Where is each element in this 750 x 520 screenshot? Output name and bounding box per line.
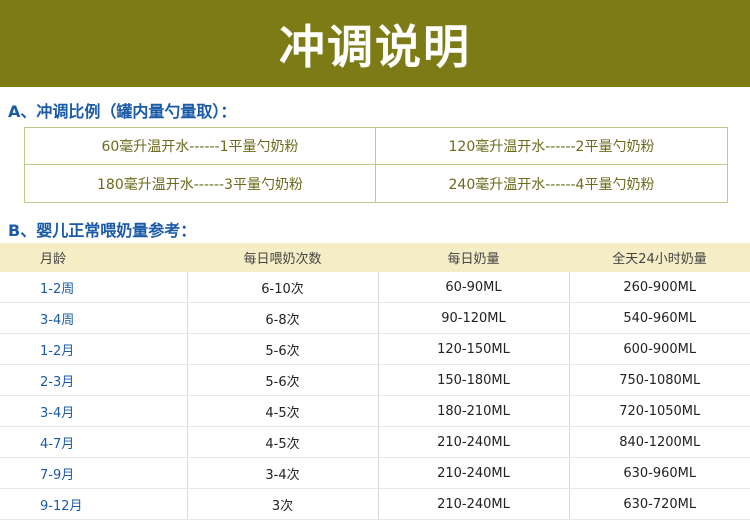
table-cell: 4-5次 — [187, 395, 379, 427]
table-cell: 150-180ML — [378, 364, 570, 396]
table-row: 1-2月 5-6次 120-150ML 600-900ML — [0, 333, 750, 365]
table-cell: 6-8次 — [187, 302, 379, 334]
table-cell: 2-3月 — [0, 364, 188, 396]
table-cell: 5-6次 — [187, 333, 379, 365]
table-cell: 1-2周 — [0, 272, 188, 303]
table-cell: 210-240ML — [378, 426, 570, 458]
table-cell: 180-210ML — [378, 395, 570, 427]
table-row: 1-2周 6-10次 60-90ML 260-900ML — [0, 272, 750, 303]
table-cell: 630-720ML — [569, 488, 750, 520]
table-cell: 3-4次 — [187, 457, 379, 489]
table-header-row: 月龄 每日喂奶次数 每日奶量 全天24小时奶量 — [0, 243, 750, 272]
column-header: 每日奶量 — [378, 243, 569, 272]
table-cell: 210-240ML — [378, 488, 570, 520]
table-cell: 9-12月 — [0, 488, 188, 520]
column-header: 月龄 — [0, 243, 187, 272]
section-b-heading: B、婴儿正常喂奶量参考： — [8, 221, 197, 240]
feeding-reference-table: 月龄 每日喂奶次数 每日奶量 全天24小时奶量 1-2周 6-10次 60-90… — [0, 243, 750, 520]
table-cell: 210-240ML — [378, 457, 570, 489]
ratio-cell: 60毫升温开水------1平量勺奶粉 — [25, 128, 376, 165]
title-banner: 冲调说明 — [0, 0, 750, 87]
table-row: 3-4周 6-8次 90-120ML 540-960ML — [0, 302, 750, 334]
table-cell: 4-7月 — [0, 426, 188, 458]
table-cell: 3-4周 — [0, 302, 188, 334]
table-cell: 3-4月 — [0, 395, 188, 427]
ratio-cell: 240毫升温开水------4平量勺奶粉 — [448, 176, 655, 193]
table-cell: 630-960ML — [569, 457, 750, 489]
table-cell: 600-900ML — [569, 333, 750, 365]
table-cell: 60-90ML — [378, 272, 570, 303]
table-row: 2-3月 5-6次 150-180ML 750-1080ML — [0, 364, 750, 396]
table-cell: 3次 — [187, 488, 379, 520]
table-cell: 4-5次 — [187, 426, 379, 458]
column-header: 全天24小时奶量 — [569, 243, 750, 272]
table-cell: 840-1200ML — [569, 426, 750, 458]
table-cell: 1-2月 — [0, 333, 188, 365]
table-row: 4-7月 4-5次 210-240ML 840-1200ML — [0, 426, 750, 458]
section-a-heading: A、冲调比例（罐内量勺量取）： — [8, 102, 237, 121]
table-cell: 6-10次 — [187, 272, 379, 303]
table-row: 9-12月 3次 210-240ML 630-720ML — [0, 488, 750, 520]
table-cell: 720-1050ML — [569, 395, 750, 427]
table-row: 7-9月 3-4次 210-240ML 630-960ML — [0, 457, 750, 489]
mixing-ratio-table: 60毫升温开水------1平量勺奶粉 120毫升温开水------2平量勺奶粉… — [24, 127, 728, 203]
table-cell: 750-1080ML — [569, 364, 750, 396]
column-header: 每日喂奶次数 — [187, 243, 378, 272]
ratio-cell: 180毫升温开水------3平量勺奶粉 — [25, 165, 376, 202]
table-cell: 260-900ML — [569, 272, 750, 303]
table-row: 3-4月 4-5次 180-210ML 720-1050ML — [0, 395, 750, 427]
table-cell: 5-6次 — [187, 364, 379, 396]
table-cell: 7-9月 — [0, 457, 188, 489]
table-cell: 120-150ML — [378, 333, 570, 365]
ratio-cell: 120毫升温开水------2平量勺奶粉 — [376, 128, 727, 165]
table-cell: 540-960ML — [569, 302, 750, 334]
table-cell: 90-120ML — [378, 302, 570, 334]
page-title: 冲调说明 — [279, 19, 471, 74]
